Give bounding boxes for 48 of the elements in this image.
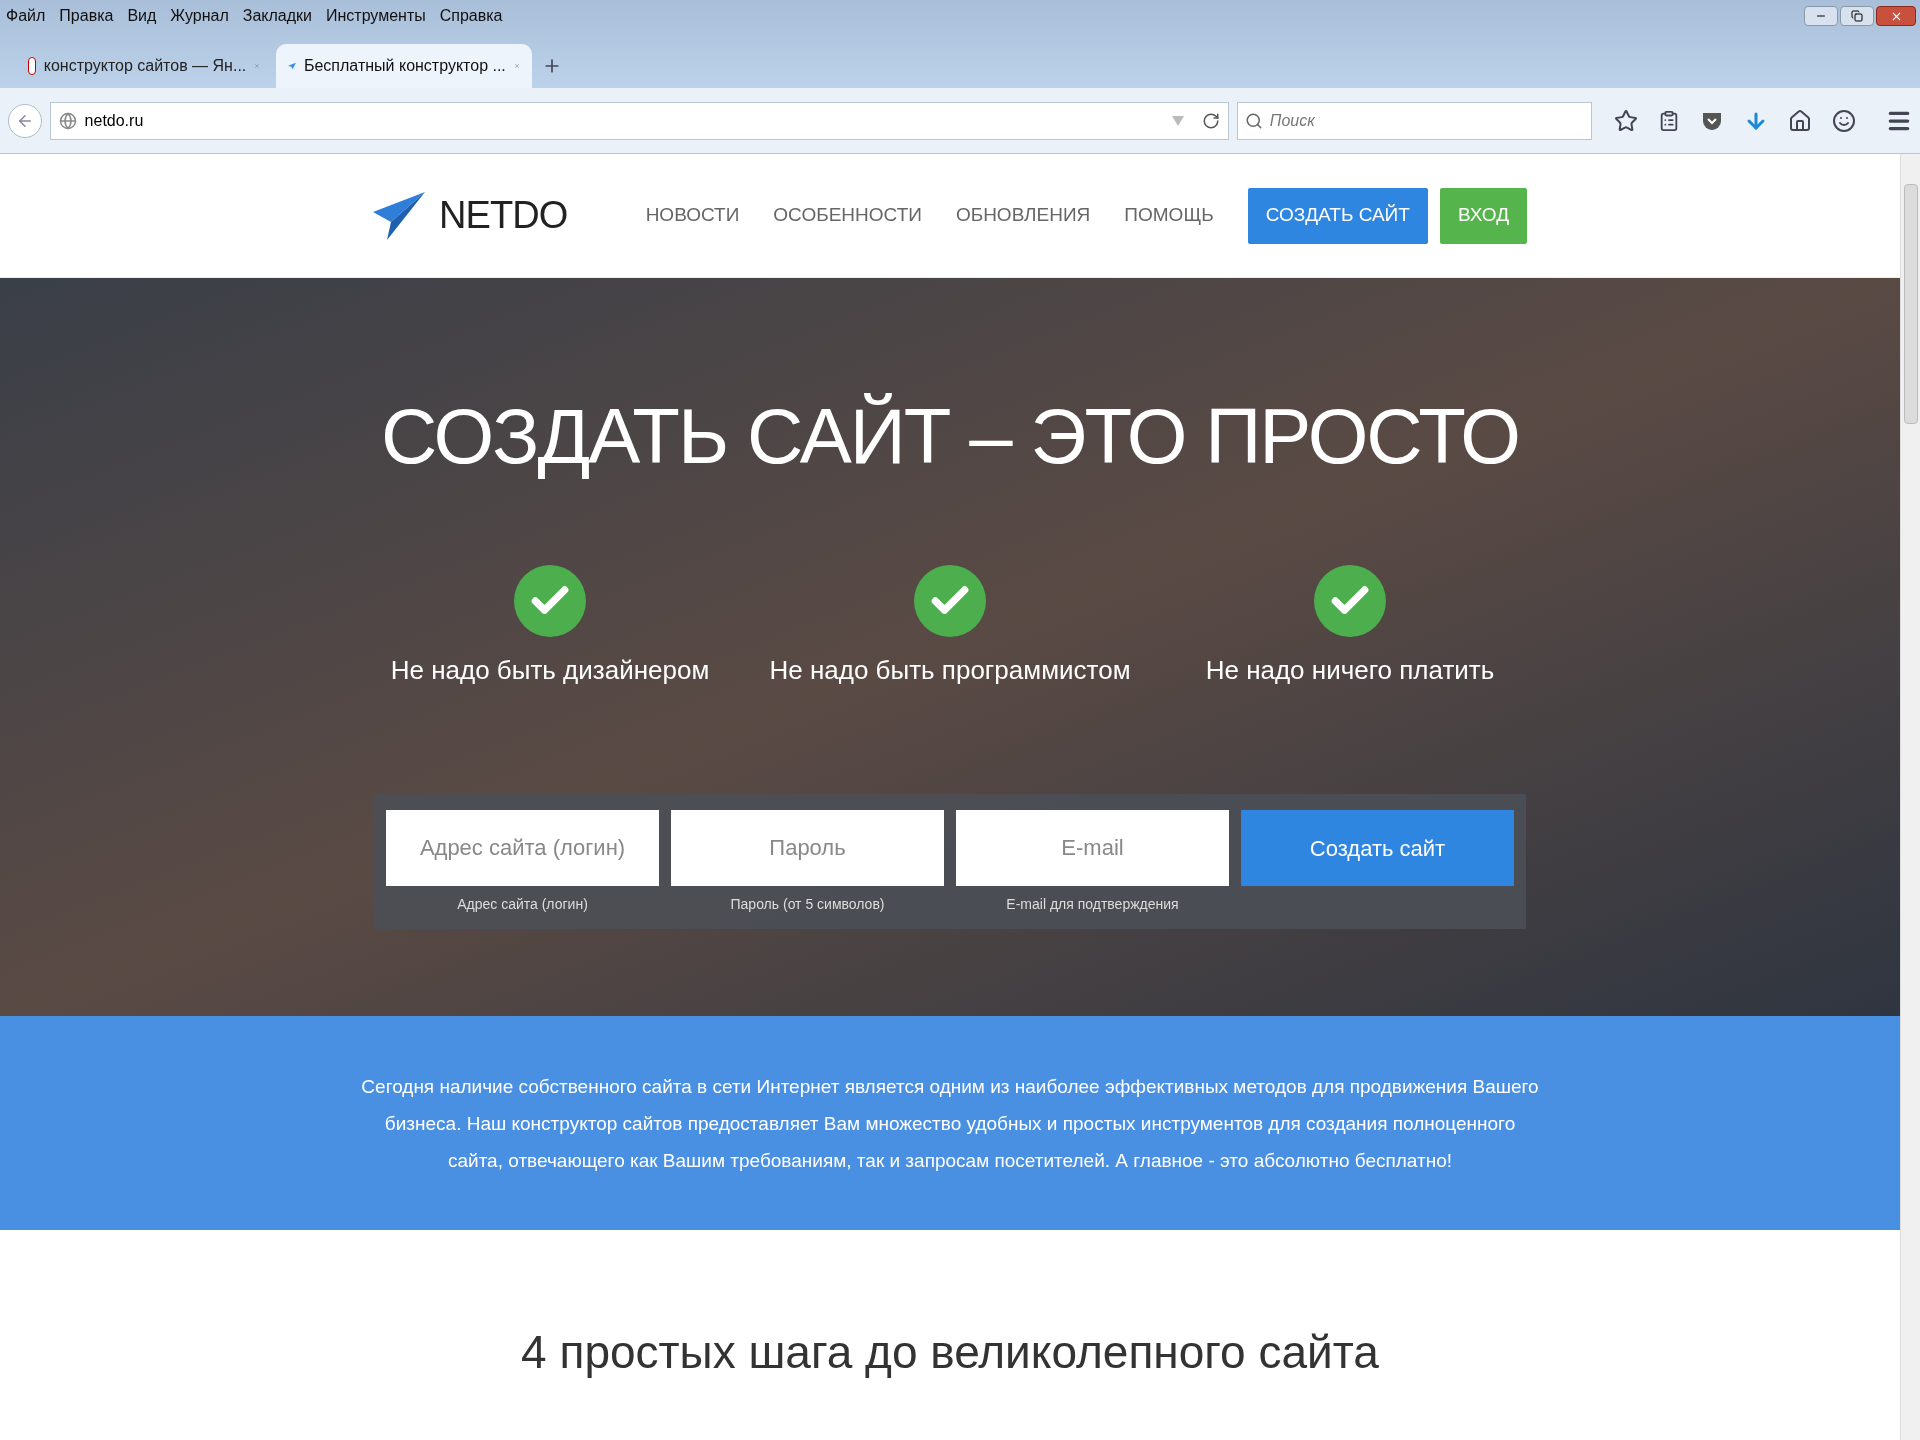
back-button[interactable] [8,103,42,138]
address-bar[interactable]: netdo.ru [49,101,1229,140]
clipboard-icon[interactable] [1658,109,1680,132]
smiley-icon[interactable] [1832,108,1856,133]
site-logo-text[interactable]: NETDO [439,187,568,244]
menu-item[interactable]: Правка [59,4,114,28]
search-icon [1244,111,1263,130]
feature-text: Не надо быть дизайнером [390,654,710,687]
nav-link[interactable]: ОБНОВЛЕНИЯ [955,201,1091,230]
paper-plane-logo-icon [373,191,425,240]
restore-button[interactable] [1840,6,1874,26]
nav-link[interactable]: ПОМОЩЬ [1124,201,1214,230]
field-hint: E-mail для подтверждения [1006,895,1179,914]
search-field[interactable]: Поиск [1236,101,1592,140]
browser-tab[interactable]: Бесплатный конструктор ... [276,44,532,88]
menu-item[interactable]: Журнал [170,4,229,28]
browser-tab[interactable]: конструктор сайтов — Ян... [16,44,272,88]
minimize-button[interactable] [1804,6,1838,26]
steps-heading: 4 простых шага до великолепного сайта [521,1325,1379,1380]
field-hint: Адрес сайта (логин) [457,895,588,914]
feature-text: Не надо быть программистом [769,654,1131,687]
signup-input-field[interactable]: E-mail [956,810,1229,886]
home-icon[interactable] [1788,108,1812,133]
close-button[interactable] [1876,6,1916,26]
globe-icon [58,111,77,130]
signup-input-field[interactable]: Пароль [671,810,944,886]
tab-favicon-icon [28,57,36,75]
signup-input-field[interactable]: Адрес сайта (логин) [386,810,659,886]
feature-text: Не надо ничего платить [1205,654,1495,687]
nav-link[interactable]: НОВОСТИ [645,201,740,230]
create-site-button[interactable]: СОЗДАТЬ САЙТ [1247,187,1428,244]
url-text: netdo.ru [84,110,145,131]
create-site-submit-button[interactable]: Создать сайт [1241,810,1514,886]
menu-item[interactable]: Справка [439,4,503,28]
tab-title: конструктор сайтов — Ян... [43,56,247,76]
tab-title: Бесплатный конструктор ... [303,56,506,76]
menu-item[interactable]: Вид [127,4,157,28]
nav-link[interactable]: ОСОБЕННОСТИ [773,201,922,230]
menu-item[interactable]: Файл [6,4,46,28]
hero-title: СОЗДАТЬ САЙТ – ЭТО ПРОСТО [380,391,1520,482]
menu-item[interactable]: Инструменты [326,4,426,28]
restore-icon [1851,10,1863,22]
field-hint: Пароль (от 5 символов) [730,895,885,914]
intro-paragraph: Сегодня наличие собственного сайта в сети Интернет является одним из наиболее эффективных методов для продвижения Вашего бизнеса. Наш конструктор сайтов предоставляет Вам множество удобных и простых инструментов для создания полноценного сайта, отвечающего как Вашим требованиям, так и запросам посетителей. А главное - это абсолютно бесплатно! [360,1074,1540,1173]
reload-icon[interactable] [1201,111,1220,130]
bookmark-star-icon[interactable] [1614,108,1638,133]
scrollbar[interactable] [1900,154,1920,1440]
menu-item[interactable]: Закладки [242,4,312,28]
